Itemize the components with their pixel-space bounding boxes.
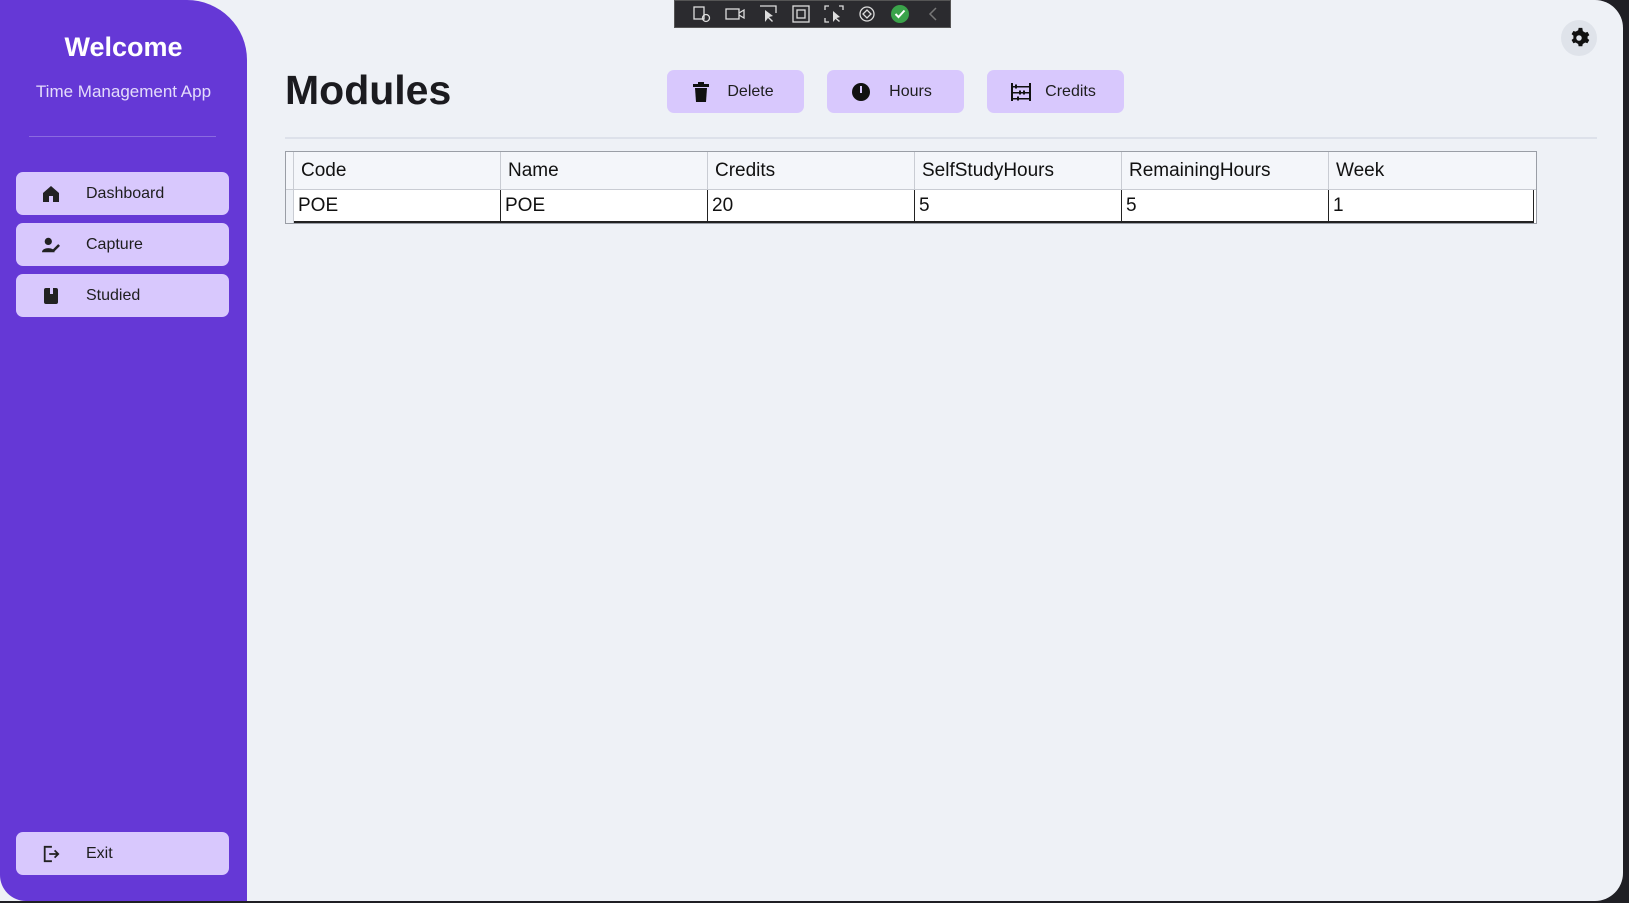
table-cell-name[interactable]: POE [501, 190, 708, 223]
sign-out-icon [42, 845, 60, 863]
user-edit-icon [42, 236, 60, 254]
sidebar-item-dashboard[interactable]: Dashboard [16, 172, 229, 215]
credits-button[interactable]: Credits [987, 70, 1124, 113]
sidebar-divider [29, 136, 216, 137]
column-header-code[interactable]: Code [294, 152, 501, 189]
table-row[interactable]: POE POE 20 5 5 1 [286, 189, 1536, 223]
track-focus-icon[interactable] [823, 4, 845, 24]
live-tree-icon[interactable] [691, 4, 713, 24]
table-cell-code[interactable]: POE [294, 190, 501, 223]
clock-icon [851, 82, 871, 102]
sidebar: Welcome Time Management App Dashboard Ca… [0, 0, 247, 901]
table-cell-credits[interactable]: 20 [708, 190, 915, 223]
exit-label: Exit [86, 844, 113, 862]
window-edge [1623, 0, 1629, 903]
table-cell-week[interactable]: 1 [1329, 190, 1534, 223]
sidebar-subtitle: Time Management App [35, 82, 212, 101]
column-header-remaininghours[interactable]: RemainingHours [1122, 152, 1329, 189]
credits-label: Credits [1045, 82, 1096, 100]
page-title: Modules [285, 67, 452, 113]
header-divider [285, 137, 1597, 139]
sidebar-item-label: Studied [86, 286, 141, 304]
exit-button[interactable]: Exit [16, 832, 229, 875]
debug-toolbar [674, 0, 951, 28]
modules-grid[interactable]: Code Name Credits SelfStudyHours Remaini… [285, 151, 1537, 224]
video-icon[interactable] [724, 4, 746, 24]
settings-button[interactable] [1561, 20, 1597, 56]
column-header-selfstudyhours[interactable]: SelfStudyHours [915, 152, 1122, 189]
trash-icon [691, 81, 711, 102]
sidebar-title: Welcome [64, 32, 183, 62]
column-header-name[interactable]: Name [501, 152, 708, 189]
column-header-week[interactable]: Week [1329, 152, 1534, 189]
app-window: Welcome Time Management App Dashboard Ca… [0, 0, 1623, 901]
hot-reload-icon[interactable] [856, 4, 878, 24]
collapse-chevron-icon[interactable] [922, 4, 944, 24]
hours-label: Hours [889, 82, 932, 100]
sidebar-item-capture[interactable]: Capture [16, 223, 229, 266]
delete-button[interactable]: Delete [667, 70, 804, 113]
delete-label: Delete [727, 82, 774, 100]
sidebar-item-label: Capture [86, 235, 143, 253]
column-header-credits[interactable]: Credits [708, 152, 915, 189]
row-gutter [286, 190, 294, 223]
abacus-icon [1011, 82, 1031, 102]
grid-header-row: Code Name Credits SelfStudyHours Remaini… [286, 152, 1536, 189]
gear-icon [1568, 27, 1590, 49]
layout-adorner-icon[interactable] [790, 4, 812, 24]
table-cell-selfstudyhours[interactable]: 5 [915, 190, 1122, 223]
table-cell-remaininghours[interactable]: 5 [1122, 190, 1329, 223]
home-icon [42, 185, 60, 203]
row-header-gutter [286, 152, 294, 189]
hours-button[interactable]: Hours [827, 70, 964, 113]
book-icon [42, 287, 60, 305]
check-circle-icon[interactable] [889, 4, 911, 24]
sidebar-item-label: Dashboard [86, 184, 165, 202]
select-element-icon[interactable] [757, 4, 779, 24]
sidebar-item-studied[interactable]: Studied [16, 274, 229, 317]
